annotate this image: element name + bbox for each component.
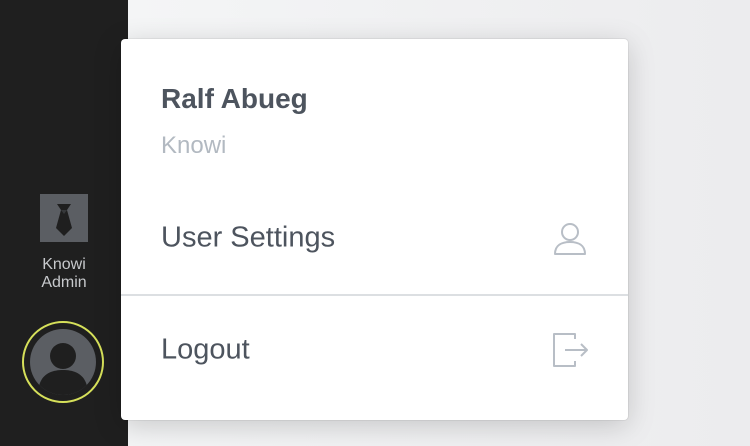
user-dropdown-menu: Ralf Abueg Knowi User Settings Logout (121, 39, 628, 420)
user-avatar-button[interactable] (22, 321, 104, 403)
logout-icon (550, 330, 590, 370)
user-settings-menu-item[interactable]: User Settings (121, 193, 628, 283)
menu-item-label: User Settings (161, 221, 336, 254)
sidebar-item-label: Knowi Admin (41, 256, 87, 291)
user-outline-icon (550, 218, 590, 258)
user-avatar-icon (30, 329, 96, 395)
user-name: Ralf Abueg (161, 83, 308, 114)
sidebar-item-knowi-admin[interactable]: Knowi Admin (0, 194, 128, 294)
menu-item-label: Logout (161, 333, 250, 366)
tie-icon (40, 194, 88, 242)
sidebar: Knowi Admin (0, 0, 128, 446)
menu-divider (121, 294, 628, 296)
logout-menu-item[interactable]: Logout (121, 305, 628, 395)
user-organization: Knowi (161, 132, 227, 159)
